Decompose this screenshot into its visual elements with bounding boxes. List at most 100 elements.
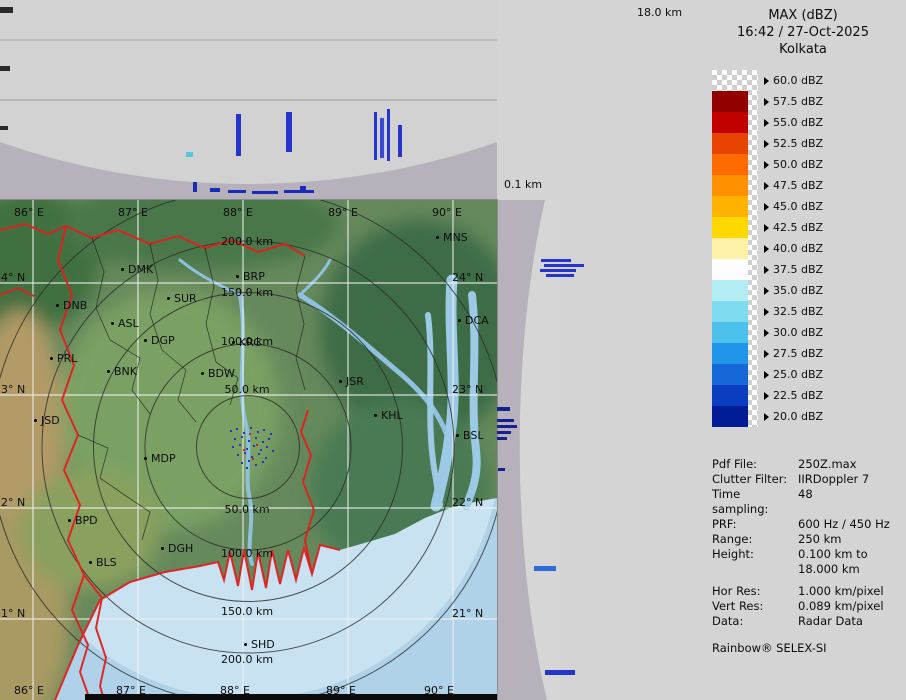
dbz-scale-row: 57.5 dBZ [712, 91, 882, 112]
station-name: Kolkata [700, 41, 906, 58]
echo-bar [286, 112, 292, 152]
tick-arrow-icon [764, 77, 769, 85]
dbz-scale-label: 30.0 dBZ [773, 326, 823, 339]
info-row: PRF:600 Hz / 450 Hz [712, 517, 906, 532]
tick-arrow-icon [764, 287, 769, 295]
lon-label-top: 88° E [223, 206, 253, 219]
dbz-scale-label: 27.5 dBZ [773, 347, 823, 360]
dbz-swatch [712, 91, 748, 112]
scan-coverage-silhouette [497, 200, 547, 700]
city-dot-icon [56, 304, 59, 307]
tick-arrow-icon [764, 182, 769, 190]
city-marker-dnb: DNB [56, 299, 87, 312]
city-dot-icon [236, 275, 239, 278]
info-row: Range:250 km [712, 532, 906, 547]
info-value: 250 km [798, 532, 841, 547]
radar-echo-speckle [249, 433, 251, 435]
tick-arrow-icon [764, 140, 769, 148]
radar-echo-speckle [272, 450, 274, 452]
city-code: DNB [63, 299, 87, 312]
info-value: 18.000 km [798, 562, 860, 577]
height-axis-tick [0, 7, 13, 13]
city-marker-jsd: JSD [34, 414, 60, 427]
echo-bar [236, 114, 241, 156]
city-marker-sur: SUR [167, 292, 197, 305]
radar-echo-speckle [250, 427, 252, 429]
dbz-scale-row: 55.0 dBZ [712, 112, 882, 133]
dbz-scale-row: 25.0 dBZ [712, 364, 882, 385]
product-title: MAX (dBZ) [700, 8, 906, 24]
dbz-scale-row: 50.0 dBZ [712, 154, 882, 175]
echo-bar [545, 670, 575, 675]
scan-coverage-silhouette [0, 142, 497, 200]
city-dot-icon [68, 519, 71, 522]
radar-echo-speckle [256, 444, 258, 446]
dbz-scale-row: 35.0 dBZ [712, 280, 882, 301]
radar-echo-speckle [266, 446, 268, 448]
city-dot-icon [374, 414, 377, 417]
radar-echo-speckle [230, 430, 232, 432]
lat-label-right: 21° N [452, 607, 483, 620]
dbz-swatch [712, 280, 748, 301]
info-row: Clutter Filter:IIRDoppler 7 [712, 472, 906, 487]
radar-echo-speckle [236, 428, 238, 430]
radar-echo-speckle [241, 462, 243, 464]
lat-label-right: 23° N [452, 383, 483, 396]
info-value: 250Z.max [798, 457, 857, 472]
info-row: Time sampling:48 [712, 487, 906, 517]
echo-bar [497, 419, 514, 422]
echo-bar [546, 274, 574, 277]
dbz-swatch [712, 385, 748, 406]
info-value: 0.089 km/pixel [798, 599, 884, 614]
dbz-swatch [712, 217, 748, 238]
city-code: BRP [243, 270, 265, 283]
info-label: Clutter Filter: [712, 472, 798, 487]
city-dot-icon [111, 322, 114, 325]
city-code: SUR [174, 292, 197, 305]
tick-arrow-icon [764, 350, 769, 358]
lon-label-top: 87° E [118, 206, 148, 219]
dbz-scale-row: 45.0 dBZ [712, 196, 882, 217]
city-dot-icon [144, 339, 147, 342]
tick-arrow-icon [764, 308, 769, 316]
radar-echo-speckle [265, 457, 267, 459]
city-code: MNS [443, 231, 468, 244]
echo-bar [541, 259, 571, 262]
info-label [712, 562, 798, 577]
radar-echo-speckle [253, 445, 255, 447]
tick-arrow-icon [764, 392, 769, 400]
city-dot-icon [456, 434, 459, 437]
dbz-swatch [712, 259, 748, 280]
range-ring-label: 200.0 km [221, 235, 273, 248]
city-code: DMK [128, 263, 153, 276]
echo-bar [252, 191, 278, 194]
info-label: Range: [712, 532, 798, 547]
range-ring-label: 150.0 km [221, 605, 273, 618]
info-label: Vert Res: [712, 599, 798, 614]
info-label: Time sampling: [712, 487, 798, 517]
lat-label-left: 23° N [0, 383, 25, 396]
radar-echo-speckle [255, 464, 257, 466]
dbz-swatch [712, 154, 748, 175]
echo-bar [210, 188, 220, 192]
dbz-swatch [712, 133, 748, 154]
city-code: DGH [168, 542, 193, 555]
radar-echo-speckle [246, 448, 248, 450]
height-axis-tick [0, 126, 8, 130]
city-marker-bpd: BPD [68, 514, 98, 527]
city-dot-icon [458, 319, 461, 322]
echo-bar [193, 182, 197, 192]
radar-viewer-window: 18.0 km 0.1 km [0, 0, 906, 700]
dbz-scale-row: 37.5 dBZ [712, 259, 882, 280]
echo-bar [497, 425, 517, 428]
dbz-swatch [712, 238, 748, 259]
city-marker-krc: KRC [232, 336, 261, 349]
city-dot-icon [436, 236, 439, 239]
radar-echo-speckle [234, 438, 236, 440]
city-dot-icon [107, 370, 110, 373]
info-value: Radar Data [798, 614, 863, 629]
dbz-scale-row: 20.0 dBZ [712, 406, 882, 427]
range-ring-label: 100.0 km [221, 547, 273, 560]
dbz-scale-label: 20.0 dBZ [773, 410, 823, 423]
city-dot-icon [144, 457, 147, 460]
